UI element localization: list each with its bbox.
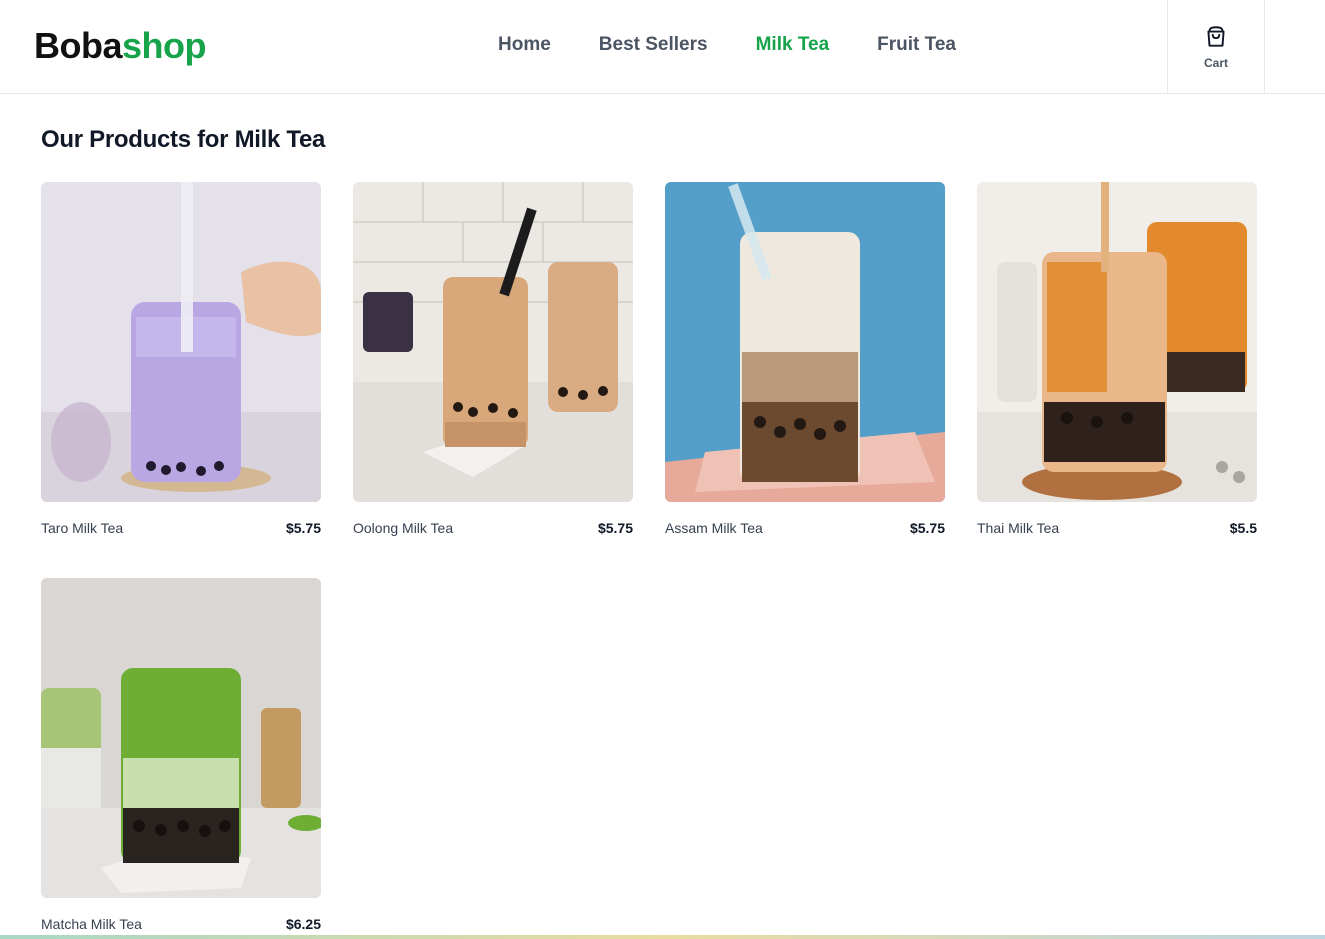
nav-fruit-tea[interactable]: Fruit Tea (877, 33, 956, 57)
product-image[interactable] (353, 182, 633, 502)
nav-home[interactable]: Home (498, 33, 551, 57)
product-price: $5.75 (597, 520, 633, 536)
shopping-bag-icon (1207, 26, 1225, 47)
logo[interactable]: Bobashop (34, 25, 207, 66)
nav-best-sellers[interactable]: Best Sellers (599, 33, 708, 57)
product-image[interactable] (41, 578, 321, 898)
product-image[interactable] (665, 182, 945, 502)
product-name[interactable]: Taro Milk Tea (41, 520, 123, 536)
site-header: Bobashop Home Best Sellers Milk Tea Frui… (0, 0, 1325, 94)
product-price: $5.5 (1229, 520, 1257, 536)
thai-milk-tea-photo (977, 182, 1257, 502)
product-name[interactable]: Oolong Milk Tea (353, 520, 453, 536)
product-card-thai[interactable]: Thai Milk Tea $5.5 (977, 182, 1257, 536)
product-name[interactable]: Assam Milk Tea (665, 520, 763, 536)
matcha-milk-tea-photo (41, 578, 321, 898)
product-price: $6.25 (285, 916, 321, 932)
product-name[interactable]: Matcha Milk Tea (41, 916, 142, 932)
cart-label: Cart (1203, 56, 1228, 70)
assam-milk-tea-photo (665, 182, 945, 502)
product-card-oolong[interactable]: Oolong Milk Tea $5.75 (353, 182, 633, 536)
product-card-assam[interactable]: Assam Milk Tea $5.75 (665, 182, 945, 536)
product-card-taro[interactable]: Taro Milk Tea $5.75 (41, 182, 321, 536)
product-image[interactable] (41, 182, 321, 502)
main-nav: Home Best Sellers Milk Tea Fruit Tea (498, 33, 956, 57)
product-name[interactable]: Thai Milk Tea (977, 520, 1059, 536)
product-price: $5.75 (909, 520, 945, 536)
logo-text-boba: Boba (34, 25, 123, 66)
nav-milk-tea[interactable]: Milk Tea (756, 33, 830, 57)
product-image[interactable] (977, 182, 1257, 502)
logo-text-shop: shop (122, 25, 207, 66)
cart-button[interactable]: Cart (1167, 0, 1265, 94)
oolong-milk-tea-photo (353, 182, 633, 502)
page-title: Our Products for Milk Tea (41, 126, 326, 153)
page-bottom-strip (0, 935, 1325, 939)
product-card-matcha[interactable]: Matcha Milk Tea $6.25 (41, 578, 321, 932)
taro-milk-tea-photo (41, 182, 321, 502)
product-price: $5.75 (285, 520, 321, 536)
